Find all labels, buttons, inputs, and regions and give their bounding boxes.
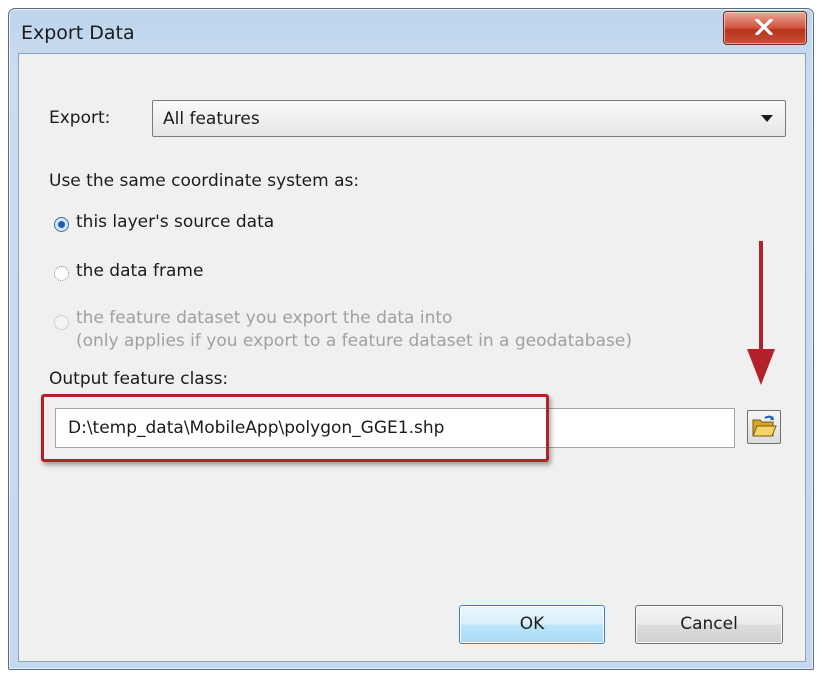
- export-label: Export:: [49, 108, 111, 128]
- export-data-dialog: Export Data Export: All features Use the…: [8, 8, 814, 670]
- radio-feature-dataset: [54, 315, 69, 330]
- export-dropdown[interactable]: All features: [152, 100, 786, 137]
- ok-button[interactable]: OK: [459, 605, 605, 644]
- red-highlight-annotation: [41, 394, 549, 462]
- close-button[interactable]: [723, 11, 807, 45]
- radio-source-data[interactable]: [54, 217, 69, 232]
- coordinate-system-heading: Use the same coordinate system as:: [49, 171, 360, 191]
- chevron-down-icon: [761, 115, 773, 122]
- dialog-title: Export Data: [21, 22, 135, 44]
- open-folder-icon: [752, 415, 777, 437]
- dialog-body: Export: All features Use the same coordi…: [18, 53, 806, 662]
- red-down-arrow-annotation: [747, 241, 775, 385]
- radio-source-data-label[interactable]: this layer's source data: [76, 212, 274, 232]
- radio-feature-dataset-label: the feature dataset you export the data …: [76, 308, 453, 328]
- radio-data-frame-label[interactable]: the data frame: [76, 261, 203, 281]
- radio-feature-dataset-sublabel: (only applies if you export to a feature…: [76, 331, 632, 351]
- close-x-icon: [755, 19, 773, 35]
- output-feature-class-label: Output feature class:: [49, 369, 229, 389]
- export-dropdown-value: All features: [163, 109, 260, 129]
- browse-button[interactable]: [747, 410, 781, 444]
- radio-data-frame[interactable]: [54, 266, 69, 281]
- cancel-button[interactable]: Cancel: [635, 605, 783, 644]
- title-bar[interactable]: Export Data: [9, 9, 813, 55]
